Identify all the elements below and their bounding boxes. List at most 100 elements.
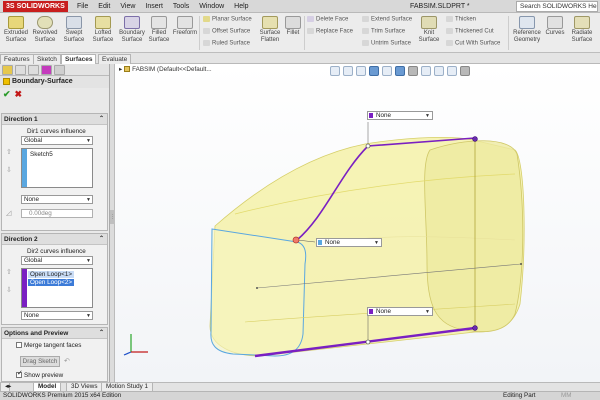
menu-view[interactable]: View: [115, 0, 140, 13]
collapse-icon[interactable]: ⌃: [99, 114, 104, 125]
tangency-callout-top[interactable]: None ▼: [367, 111, 433, 120]
menu-file[interactable]: File: [72, 0, 93, 13]
rear-end-cap[interactable]: [424, 140, 524, 333]
menu-insert[interactable]: Insert: [140, 0, 168, 13]
swept-surface-button[interactable]: Swept Surface: [60, 16, 88, 43]
cancel-x-icon[interactable]: ✖: [15, 89, 23, 100]
display-manager-tab-icon[interactable]: [54, 65, 65, 75]
control-point[interactable]: [472, 325, 478, 331]
zoom-to-fit-icon[interactable]: [330, 66, 340, 76]
list-item[interactable]: Open Loop<1>: [28, 271, 75, 278]
extruded-surface-button[interactable]: Extruded Surface: [2, 16, 30, 43]
graphics-area[interactable]: ▸ FABSIM (Default<<Default... None ▼ None…: [115, 64, 600, 382]
move-up-icon[interactable]: ⇧: [6, 148, 12, 157]
menu-help[interactable]: Help: [229, 0, 253, 13]
reference-geometry-button[interactable]: Reference Geometry: [511, 16, 543, 43]
freeform-button[interactable]: Freeform: [172, 16, 198, 37]
front-profile-curve[interactable]: [210, 228, 307, 357]
dir1-curves-list[interactable]: Sketch5: [21, 148, 93, 188]
menu-tools[interactable]: Tools: [168, 0, 194, 13]
collapse-icon[interactable]: ⌃: [99, 328, 104, 339]
apply-scene-icon[interactable]: [447, 66, 457, 76]
replace-face-label: Replace Face: [316, 28, 354, 35]
tab-evaluate[interactable]: Evaluate: [98, 54, 132, 64]
dimxpert-tab-icon[interactable]: [41, 65, 52, 75]
radiate-surface-button[interactable]: Radiate Surface: [567, 16, 597, 43]
list-item[interactable]: Open Loop<2>: [28, 279, 75, 286]
knit-surface-button[interactable]: Knit Surface: [418, 16, 440, 43]
filled-surface-button[interactable]: Filled Surface: [147, 16, 171, 43]
planar-surface-button[interactable]: Planar Surface: [203, 16, 252, 24]
dir2-influence-select[interactable]: Global ▼: [21, 256, 93, 265]
thickened-cut-button[interactable]: Thickened Cut: [446, 28, 494, 36]
move-up-icon[interactable]: ⇧: [6, 268, 12, 277]
edit-appearance-icon[interactable]: [434, 66, 444, 76]
display-style-icon[interactable]: [408, 66, 418, 76]
feature-manager-tab-icon[interactable]: [2, 65, 13, 75]
curves-button[interactable]: Curves: [544, 16, 566, 37]
lofted-surface-button[interactable]: Lofted Surface: [89, 16, 117, 43]
dir1-angle-field[interactable]: 0.00deg: [21, 209, 93, 218]
control-point[interactable]: [472, 136, 478, 142]
merge-tangent-checkbox[interactable]: Merge tangent faces: [16, 342, 81, 350]
zoom-area-icon[interactable]: [343, 66, 353, 76]
tree-root-label[interactable]: FABSIM: [132, 66, 155, 73]
view-orientation-icon[interactable]: [395, 66, 405, 76]
trim-surface-button[interactable]: Trim Surface: [362, 28, 405, 36]
show-preview-checkbox[interactable]: Show preview: [16, 370, 63, 380]
direction2-header[interactable]: Direction 2 ⌃: [2, 234, 107, 245]
dir2-tangency-select[interactable]: None ▼: [21, 311, 93, 320]
checkbox-icon[interactable]: [16, 370, 23, 379]
solidworks-logo[interactable]: 3S SOLIDWORKS: [3, 1, 68, 12]
ds-logo-icon: 3S: [6, 3, 15, 10]
selected-point[interactable]: [292, 236, 300, 244]
replace-face-button[interactable]: Replace Face: [307, 28, 353, 36]
feature-tree-flyout[interactable]: ▸ FABSIM (Default<<Default...: [119, 66, 212, 74]
checkbox-icon[interactable]: [16, 342, 22, 349]
revolved-surface-button[interactable]: Revolved Surface: [31, 16, 59, 43]
surface-flatten-button[interactable]: Surface Flatten: [257, 16, 283, 43]
collapse-icon[interactable]: ⌃: [99, 234, 104, 245]
property-manager-tab-icon[interactable]: [15, 65, 26, 75]
tab-sketch[interactable]: Sketch: [33, 54, 61, 64]
thicken-button[interactable]: Thicken: [446, 16, 476, 24]
previous-view-icon[interactable]: [356, 66, 366, 76]
dynamic-annotation-icon[interactable]: [382, 66, 392, 76]
boundary-surface-button[interactable]: Boundary Surface: [118, 16, 146, 43]
dir1-angle-value: 0.00deg: [29, 210, 52, 217]
untrim-surface-button[interactable]: Untrim Surface: [362, 40, 411, 48]
move-down-icon[interactable]: ⇩: [6, 166, 12, 175]
dir1-tangency-select[interactable]: None ▼: [21, 195, 93, 204]
options-header[interactable]: Options and Preview ⌃: [2, 328, 107, 339]
view-settings-icon[interactable]: [460, 66, 470, 76]
offset-surface-button[interactable]: Offset Surface: [203, 28, 250, 36]
dir2-curves-list[interactable]: Open Loop<1> Open Loop<2>: [21, 268, 93, 308]
menu-edit[interactable]: Edit: [93, 0, 115, 13]
extend-surface-button[interactable]: Extend Surface: [362, 16, 412, 24]
ruled-surface-button[interactable]: Ruled Surface: [203, 40, 250, 48]
dir1-influence-select[interactable]: Global ▼: [21, 136, 93, 145]
hide-show-icon[interactable]: [421, 66, 431, 76]
tangency-callout-bottom[interactable]: None ▼: [367, 307, 433, 316]
section-view-icon[interactable]: [369, 66, 379, 76]
search-help-input[interactable]: Search SOLIDWORKS Help: [516, 1, 598, 12]
menu-window[interactable]: Window: [194, 0, 229, 13]
direction1-header[interactable]: Direction 1 ⌃: [2, 114, 107, 125]
control-point[interactable]: [365, 143, 371, 149]
status-units[interactable]: MM: [561, 392, 572, 400]
drag-sketch-button[interactable]: Drag Sketch: [20, 356, 60, 367]
model-canvas[interactable]: [115, 64, 600, 382]
move-down-icon[interactable]: ⇩: [6, 286, 12, 295]
expand-arrow-icon[interactable]: ▸: [119, 66, 122, 73]
tab-features[interactable]: Features: [0, 54, 34, 64]
list-item[interactable]: Sketch5: [28, 151, 55, 158]
ok-check-icon[interactable]: ✔: [3, 89, 11, 100]
undo-sketch-drag-icon[interactable]: ↶: [64, 357, 70, 366]
delete-face-button[interactable]: Delete Face: [307, 16, 348, 24]
tab-surfaces[interactable]: Surfaces: [61, 54, 97, 64]
tangency-callout-middle[interactable]: None ▼: [316, 238, 382, 247]
cut-with-surface-button[interactable]: Cut With Surface: [446, 40, 500, 48]
fillet-button[interactable]: Fillet: [284, 16, 302, 37]
configuration-manager-tab-icon[interactable]: [28, 65, 39, 75]
control-point[interactable]: [365, 339, 371, 345]
